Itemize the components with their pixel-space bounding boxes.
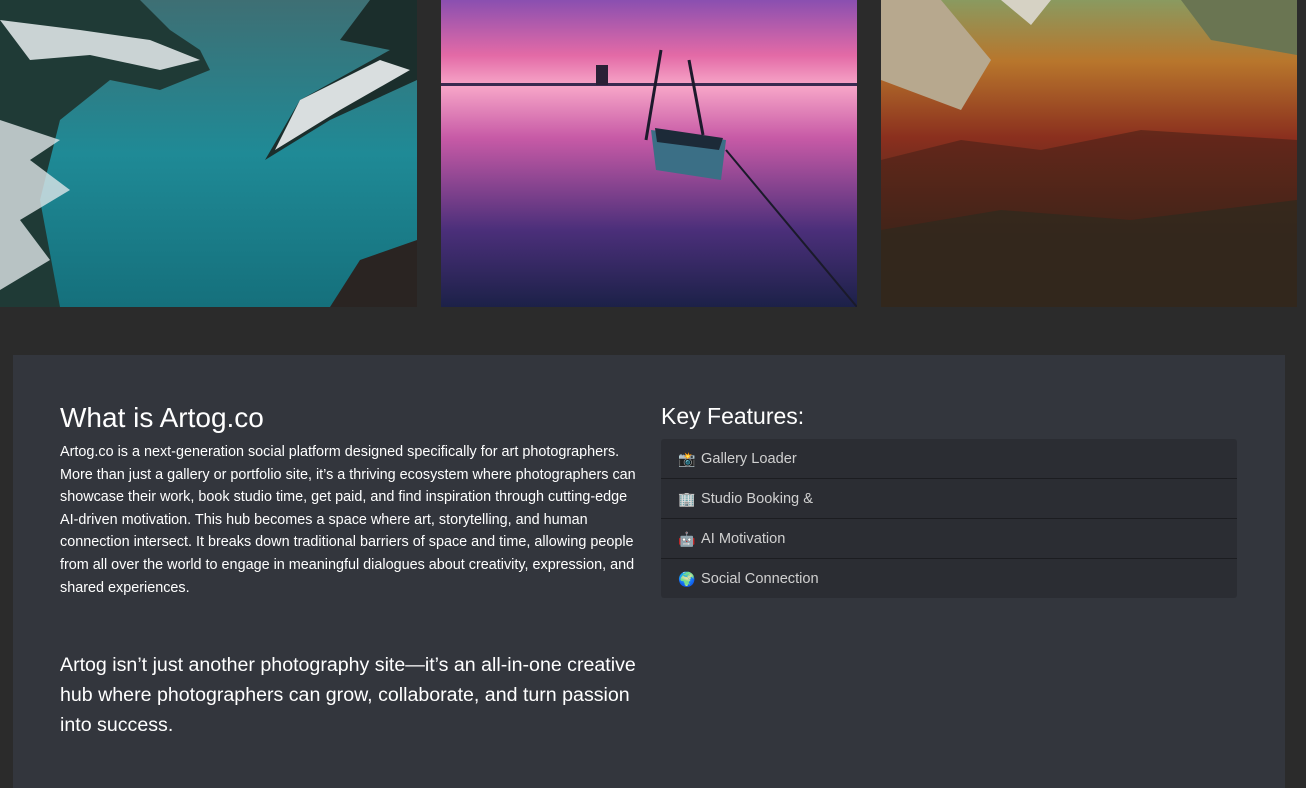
about-description: Artog.co is a next-generation social pla… — [60, 444, 636, 596]
feature-label: Gallery Loader — [701, 450, 797, 467]
about-tagline: Artog isn’t just another photography sit… — [60, 654, 636, 737]
feature-item-gallery-loader[interactable]: 📸 Gallery Loader — [661, 439, 1237, 479]
robot-icon: 🤖 — [678, 530, 696, 547]
globe-icon: 🌍 — [678, 570, 696, 587]
camera-icon: 📸 — [678, 450, 696, 467]
key-features: Key Features: 📸 Gallery Loader 🏢 Studio … — [661, 401, 1237, 598]
feature-label: AI Motivation — [701, 530, 786, 547]
feature-item-ai-motivation[interactable]: 🤖 AI Motivation — [661, 519, 1237, 559]
about-title: What is Artog.co — [60, 402, 264, 433]
about-content: What is Artog.co Artog.co is a next-gene… — [60, 401, 640, 740]
feature-label: Social Connection — [701, 570, 819, 587]
feature-list: 📸 Gallery Loader 🏢 Studio Booking & 🤖 AI… — [661, 439, 1237, 598]
autumn-forest-photo[interactable] — [881, 0, 1297, 307]
feature-label: Studio Booking & — [701, 490, 813, 507]
photo-gallery — [0, 0, 1306, 307]
feature-item-studio-booking[interactable]: 🏢 Studio Booking & — [661, 479, 1237, 519]
feature-item-social-connection[interactable]: 🌍 Social Connection — [661, 559, 1237, 598]
sunset-boat-photo[interactable] — [441, 0, 857, 307]
features-title: Key Features: — [661, 403, 805, 429]
about-section: What is Artog.co Artog.co is a next-gene… — [13, 355, 1285, 788]
frozen-lake-photo[interactable] — [0, 0, 417, 307]
building-icon: 🏢 — [678, 490, 696, 507]
